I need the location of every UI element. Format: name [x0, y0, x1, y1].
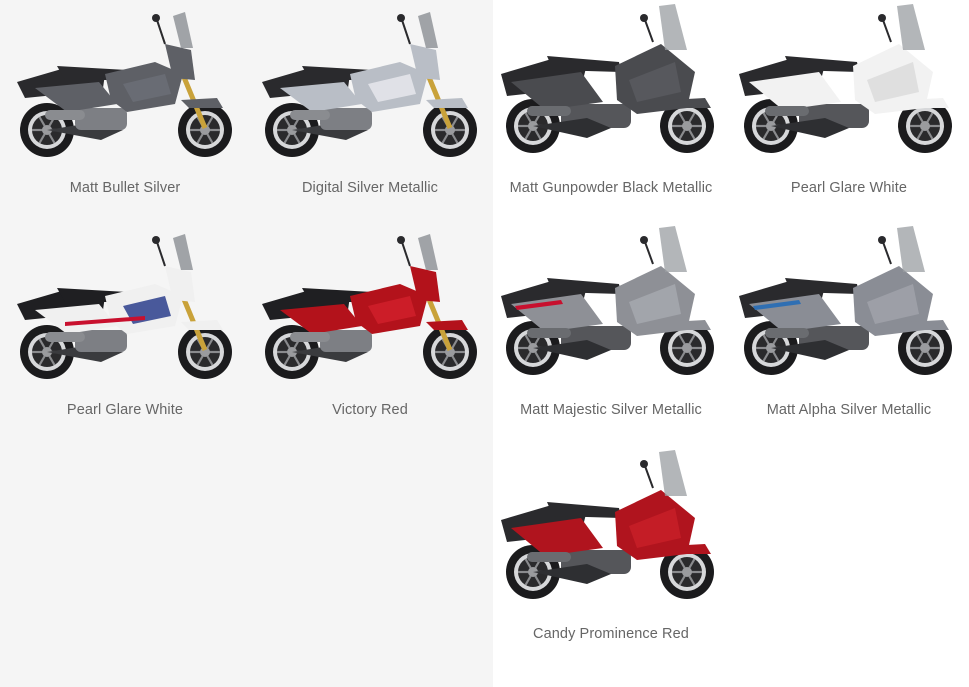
motorcycle-image — [262, 12, 477, 157]
colour-option-card[interactable]: Matt Majestic Silver Metallic — [491, 226, 731, 426]
adventure-colour-panel: Matt Bullet Silver Digital Silver Metall… — [0, 0, 493, 687]
motorcycle-image — [739, 4, 952, 153]
colour-option-label: Matt Gunpowder Black Metallic — [509, 180, 713, 196]
colour-option-label: Candy Prominence Red — [533, 626, 689, 642]
colour-option-label: Matt Majestic Silver Metallic — [520, 402, 702, 418]
colour-option-card[interactable]: Victory Red — [250, 226, 490, 426]
colour-option-label: Matt Bullet Silver — [69, 180, 181, 196]
motorcycle-image — [501, 226, 714, 375]
motorcycle-image — [262, 234, 477, 379]
colour-option-label: Digital Silver Metallic — [301, 180, 439, 196]
colour-option-label: Pearl Glare White — [66, 402, 184, 418]
colour-option-label: Pearl Glare White — [790, 180, 908, 196]
motorcycle-image — [17, 234, 232, 379]
colour-option-card[interactable]: Pearl Glare White — [5, 226, 245, 426]
colour-option-card[interactable]: Matt Gunpowder Black Metallic — [491, 4, 731, 204]
colour-option-card[interactable]: Pearl Glare White — [729, 4, 969, 204]
colour-option-card[interactable]: Digital Silver Metallic — [250, 4, 490, 204]
colour-option-card[interactable]: Candy Prominence Red — [491, 450, 731, 650]
colour-option-label: Victory Red — [332, 402, 408, 418]
motorcycle-image — [739, 226, 952, 375]
colour-option-card[interactable]: Matt Alpha Silver Metallic — [729, 226, 969, 426]
motorcycle-image — [17, 12, 232, 157]
motorcycle-image — [501, 450, 714, 599]
touring-colour-panel: Matt Gunpowder Black Metallic Pearl Glar… — [493, 0, 969, 687]
colour-option-label: Matt Alpha Silver Metallic — [766, 402, 932, 418]
motorcycle-image — [501, 4, 714, 153]
colour-option-card[interactable]: Matt Bullet Silver — [5, 4, 245, 204]
